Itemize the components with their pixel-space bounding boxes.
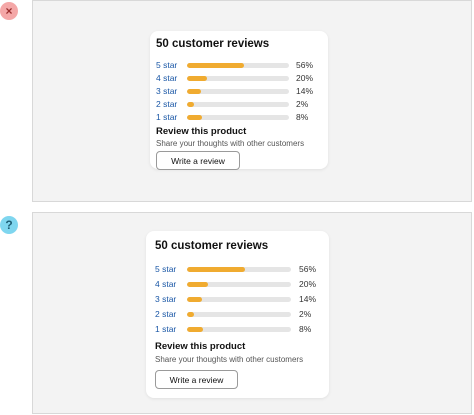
rating-percent: 56% [296,60,314,70]
rating-percent: 14% [299,294,317,304]
rating-bar [187,62,289,68]
rating-label[interactable]: 5 star [156,60,187,70]
review-heading: Review this product [155,341,246,352]
reviews-title: 50 customer reviews [156,38,270,50]
rating-row-5[interactable]: 5 star 56% [156,60,313,70]
rating-bar [187,88,289,94]
rating-row-2[interactable]: 2 star 2% [156,99,308,109]
rating-row-1[interactable]: 1 star 8% [156,112,308,122]
rating-bar-fill [187,296,202,302]
rating-bar-fill [187,62,245,68]
preview-panel: 50 customer reviews 5 star 56% 4 star 20… [32,0,472,202]
rating-bar-fill [187,281,208,287]
rating-percent: 56% [299,264,317,274]
rating-bar-fill [187,326,203,332]
rating-row-4[interactable]: 4 star 20% [155,279,316,289]
review-heading: Review this product [156,126,247,137]
rating-percent: 8% [296,112,309,122]
rating-label[interactable]: 1 star [156,112,187,122]
rating-row-3[interactable]: 3 star 14% [155,294,316,304]
rating-label[interactable]: 2 star [156,99,187,109]
rating-row-4[interactable]: 4 star 20% [156,73,313,83]
rating-bar-fill [187,88,202,94]
reviews-card: 50 customer reviews 5 star 56% 4 star 20… [146,231,329,398]
rating-row-5[interactable]: 5 star 56% [155,264,316,274]
rating-bar [187,281,291,287]
rating-bar [187,296,291,302]
rating-bar [187,326,291,332]
rating-bar [187,101,289,107]
rating-label[interactable]: 4 star [156,73,187,83]
close-icon: × [0,2,18,20]
rating-row-1[interactable]: 1 star 8% [155,324,311,334]
rating-bar-fill [187,266,246,272]
rating-label[interactable]: 5 star [155,264,187,274]
rating-label[interactable]: 4 star [155,279,187,289]
rating-bar-fill [187,114,203,120]
write-review-button[interactable]: Write a review [155,370,238,389]
review-subtext: Share your thoughts with other customers [155,355,304,364]
review-subtext: Share your thoughts with other customers [156,139,305,148]
question-icon: ? [0,216,18,234]
rating-label[interactable]: 1 star [155,324,187,334]
rating-percent: 20% [296,73,314,83]
rating-label[interactable]: 2 star [155,309,187,319]
reviews-card: 50 customer reviews 5 star 56% 4 star 20… [150,31,328,170]
rating-bar-fill [187,101,195,107]
rating-bar [187,311,291,317]
rating-percent: 14% [296,86,314,96]
variant-unknown: ? 50 customer reviews 5 star 56% 4 star … [0,212,474,414]
rating-percent: 2% [296,99,309,109]
rating-bar-fill [187,311,195,317]
rating-label[interactable]: 3 star [155,294,187,304]
variant-incorrect: × 50 customer reviews 5 star 56% 4 star … [0,0,474,202]
write-review-button[interactable]: Write a review [156,151,240,170]
rating-bar [187,266,291,272]
rating-bar [187,114,289,120]
rating-bar-fill [187,75,208,81]
rating-row-2[interactable]: 2 star 2% [155,309,311,319]
preview-panel: 50 customer reviews 5 star 56% 4 star 20… [32,212,472,414]
rating-label[interactable]: 3 star [156,86,187,96]
rating-percent: 2% [299,309,312,319]
rating-row-3[interactable]: 3 star 14% [156,86,313,96]
reviews-title: 50 customer reviews [155,240,269,252]
rating-percent: 8% [299,324,312,334]
rating-bar [187,75,289,81]
rating-percent: 20% [299,279,317,289]
